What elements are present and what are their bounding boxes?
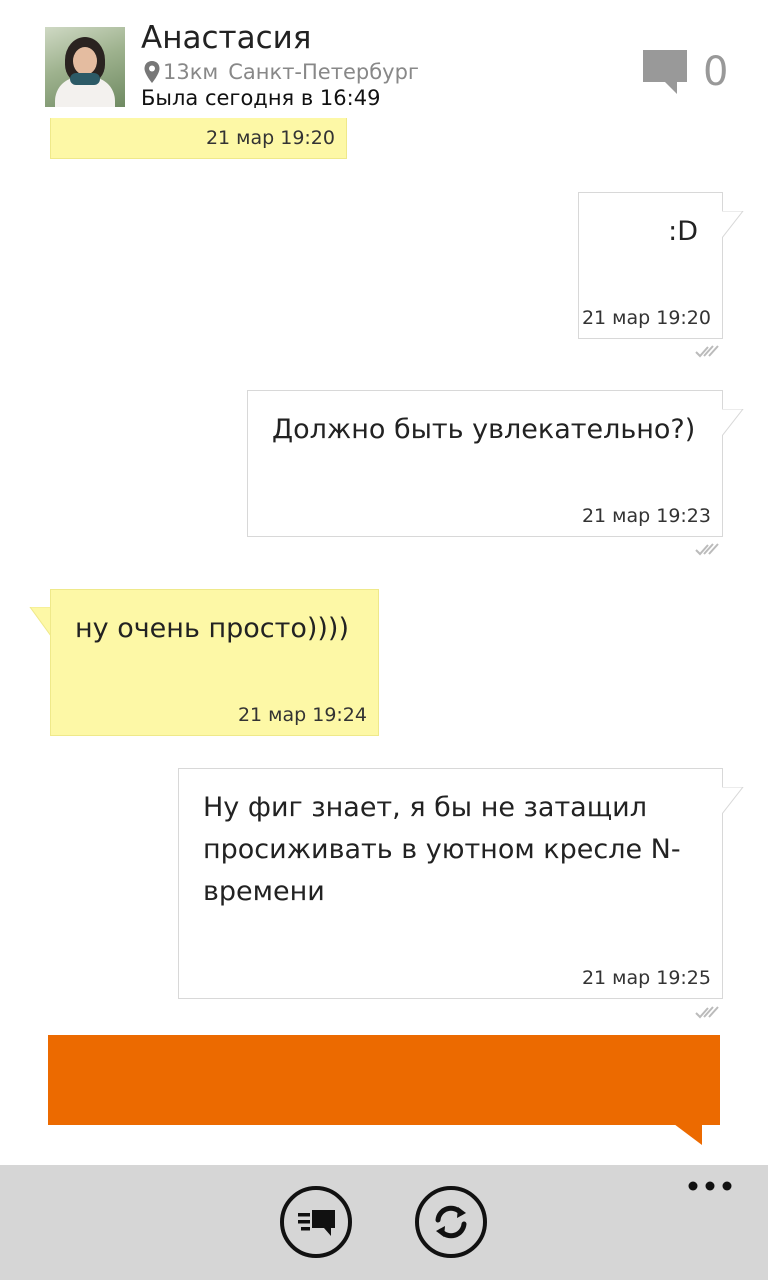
bubble-tail [29, 607, 51, 637]
city: Санкт-Петербург [228, 60, 419, 84]
message-time: 21 мар 19:23 [581, 505, 711, 527]
read-check-icon [695, 1006, 719, 1019]
input-tail [674, 1124, 702, 1145]
message-text: Ну фиг знает, я бы не затащил просиживат… [203, 792, 681, 907]
message-bubble-outgoing[interactable]: Ну фиг знает, я бы не затащил просиживат… [178, 768, 723, 999]
messages-list-icon [298, 1210, 335, 1236]
message-time: 21 мар 19:24 [237, 704, 367, 726]
message-input[interactable] [48, 1035, 720, 1125]
refresh-button[interactable] [414, 1185, 488, 1259]
bubble-tail [722, 409, 744, 437]
last-seen: Была сегодня в 16:49 [141, 86, 381, 110]
message-bubble-incoming[interactable]: ну очень просто)))) 21 мар 19:24 [50, 589, 379, 736]
location: 13км Санкт-Петербург [143, 60, 419, 84]
message-bubble-outgoing[interactable]: :D 21 мар 19:20 [578, 192, 723, 339]
more-dots-icon[interactable] [688, 1179, 732, 1193]
unread-count[interactable]: 0 [703, 48, 728, 96]
messages-list-button[interactable] [279, 1185, 353, 1259]
app-bar [0, 1165, 768, 1280]
message-time: 21 мар 19:20 [205, 127, 335, 149]
message-text: :D [668, 216, 698, 247]
message-text: Должно быть увлекательно?) [272, 414, 696, 445]
avatar[interactable] [45, 27, 125, 107]
bubble-tail [722, 211, 744, 239]
distance: 13км [163, 60, 219, 84]
message-bubble-outgoing[interactable]: Должно быть увлекательно?) 21 мар 19:23 [247, 390, 723, 537]
bubble-tail [722, 787, 744, 815]
read-check-icon [695, 345, 719, 358]
read-check-icon [695, 543, 719, 556]
chat-header: Анастасия 13км Санкт-Петербург Была сего… [0, 0, 768, 118]
location-pin-icon [144, 61, 160, 83]
contact-name[interactable]: Анастасия [141, 20, 311, 56]
message-time: 21 мар 19:25 [581, 967, 711, 989]
message-text: ну очень просто)))) [75, 613, 349, 644]
chat-bubble-icon[interactable] [641, 48, 689, 96]
message-time: 21 мар 19:20 [581, 307, 711, 329]
